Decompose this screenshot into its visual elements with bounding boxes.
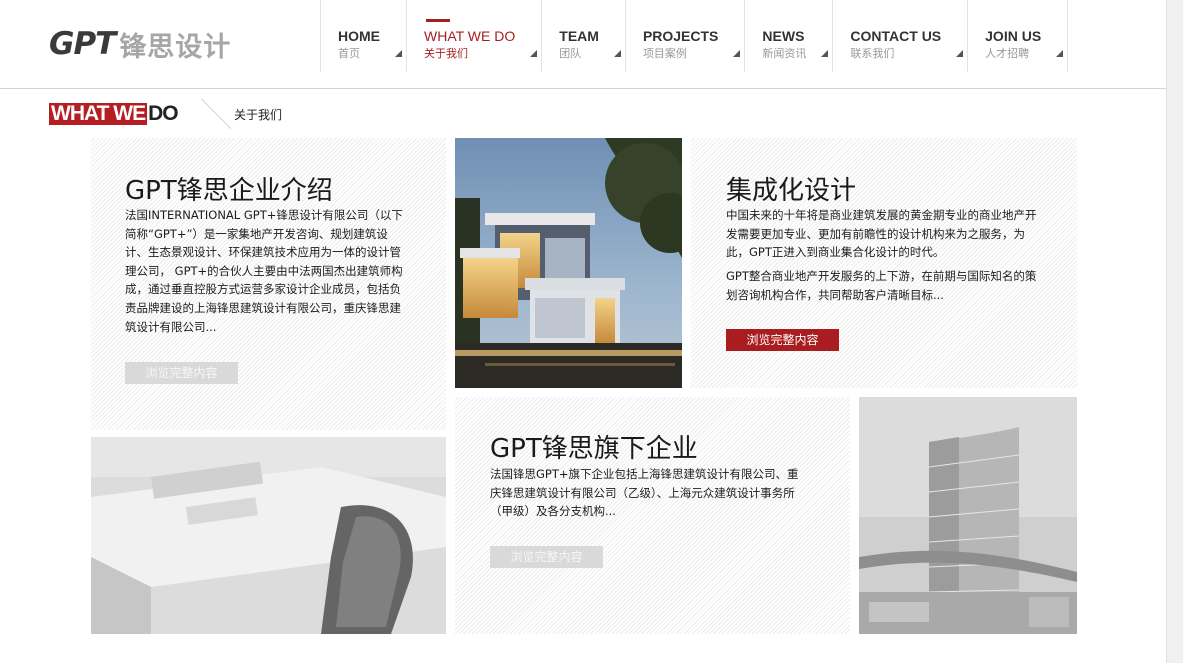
house-photo xyxy=(455,138,682,388)
intro-title: GPT锋思企业介绍 xyxy=(125,176,333,206)
nav-item-what-we-do[interactable]: WHAT WE DO 关于我们 xyxy=(406,0,541,72)
section-title-dark: DO xyxy=(148,102,178,125)
nav-label-cn: 关于我们 xyxy=(424,47,468,60)
integrated-design-panel: 集成化设计 中国未来的十年将是商业建筑发展的黄金期专业的商业地产开发需要更加专业… xyxy=(691,138,1077,388)
corner-arrow-icon xyxy=(821,50,829,57)
section-title-red: WHAT WE xyxy=(49,102,148,125)
corner-arrow-icon xyxy=(1056,50,1064,57)
subsidiaries-body: 法国锋思GPT+旗下企业包括上海锋思建筑设计有限公司、重庆锋思建筑设计有限公司（… xyxy=(490,467,799,519)
subsidiaries-panel: GPT锋思旗下企业 法国锋思GPT+旗下企业包括上海锋思建筑设计有限公司、重庆锋… xyxy=(455,397,850,634)
corner-arrow-icon xyxy=(395,50,402,57)
nav-item-projects[interactable]: PROJECTS 项目案例 xyxy=(624,0,744,72)
site-header: GPT 锋思设计 HOME 首页 WHAT WE DO 关于我们 TEAM 团队… xyxy=(0,0,1166,89)
intro-read-more-button[interactable]: 浏览完整内容 xyxy=(125,362,238,384)
divider-slash xyxy=(201,99,231,129)
corner-arrow-icon xyxy=(613,50,621,57)
subsidiaries-title: GPT锋思旗下企业 xyxy=(490,434,698,464)
corner-arrow-icon xyxy=(733,50,741,57)
nav-label-en: HOME xyxy=(338,28,380,44)
integrated-title: 集成化设计 xyxy=(726,176,857,206)
subsidiaries-read-more-button[interactable]: 浏览完整内容 xyxy=(490,546,603,568)
nav-label-en: NEWS xyxy=(762,28,805,44)
nav-label-cn: 人才招聘 xyxy=(985,47,1030,60)
corner-arrow-icon xyxy=(530,50,538,57)
nav-label-en: CONTACT US xyxy=(850,28,942,44)
corner-arrow-icon xyxy=(956,50,964,57)
nav-label-en: WHAT WE DO xyxy=(424,28,516,44)
integrated-body-2: GPT整合商业地产开发服务的上下游，在前期与国际知名的策划咨询机构合作，共同帮助… xyxy=(726,269,1037,302)
tower-illustration xyxy=(859,397,1077,634)
nav-label-cn: 项目案例 xyxy=(642,47,687,60)
logo-mark: GPT xyxy=(49,26,116,62)
nav-label-en: TEAM xyxy=(559,28,599,44)
nav-label-cn: 首页 xyxy=(338,47,360,60)
nav-label-cn: 新闻资讯 xyxy=(762,47,807,60)
site-logo[interactable]: GPT 锋思设计 xyxy=(49,26,232,63)
integrated-read-more-button[interactable]: 浏览完整内容 xyxy=(726,329,839,351)
integrated-body-1: 中国未来的十年将是商业建筑发展的黄金期专业的商业地产开发需要更加专业、更加有前瞻… xyxy=(726,208,1037,260)
section-heading: WHAT WE DO 关于我们 xyxy=(49,99,282,129)
logo-text: 锋思设计 xyxy=(119,31,232,63)
tower-photo xyxy=(859,397,1077,634)
nav-label-cn: 团队 xyxy=(559,47,582,60)
main-nav: HOME 首页 WHAT WE DO 关于我们 TEAM 团队 PROJECTS… xyxy=(320,0,1069,88)
nav-item-team[interactable]: TEAM 团队 xyxy=(541,0,625,72)
house-illustration xyxy=(455,138,682,388)
nav-label-cn: 联系我们 xyxy=(850,47,895,60)
nav-item-join-us[interactable]: JOIN US 人才招聘 xyxy=(967,0,1069,72)
office-illustration xyxy=(91,437,446,634)
nav-item-contact-us[interactable]: CONTACT US 联系我们 xyxy=(832,0,967,72)
section-subtitle: 关于我们 xyxy=(234,108,283,122)
nav-item-home[interactable]: HOME 首页 xyxy=(320,0,406,72)
office-photo xyxy=(91,437,446,634)
intro-body: 法国INTERNATIONAL GPT+锋思设计有限公司（以下简称“GPT+”）… xyxy=(125,208,403,334)
nav-label-en: JOIN US xyxy=(985,28,1042,44)
nav-item-news[interactable]: NEWS 新闻资讯 xyxy=(744,0,832,72)
scrollbar[interactable] xyxy=(1166,0,1183,663)
intro-panel: GPT锋思企业介绍 法国INTERNATIONAL GPT+锋思设计有限公司（以… xyxy=(91,138,446,430)
nav-label-en: PROJECTS xyxy=(642,28,719,44)
